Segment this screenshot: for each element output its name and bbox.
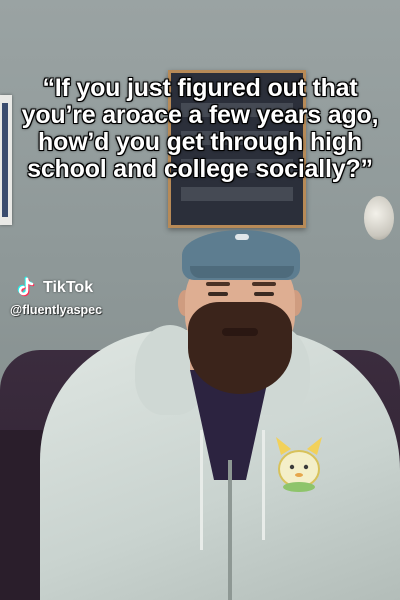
tiktok-watermark: TikTok <box>14 276 93 300</box>
creator-handle[interactable]: @fluentlyaspec <box>10 303 102 317</box>
mascot-patch-icon <box>276 437 322 492</box>
person <box>40 230 400 600</box>
beard <box>188 302 292 394</box>
tiktok-note-icon <box>17 276 35 297</box>
wall-picture-frame <box>0 95 12 225</box>
tiktok-brand-label: TikTok <box>43 279 94 296</box>
video-caption: “If you just figured out that you’re aro… <box>21 74 379 183</box>
